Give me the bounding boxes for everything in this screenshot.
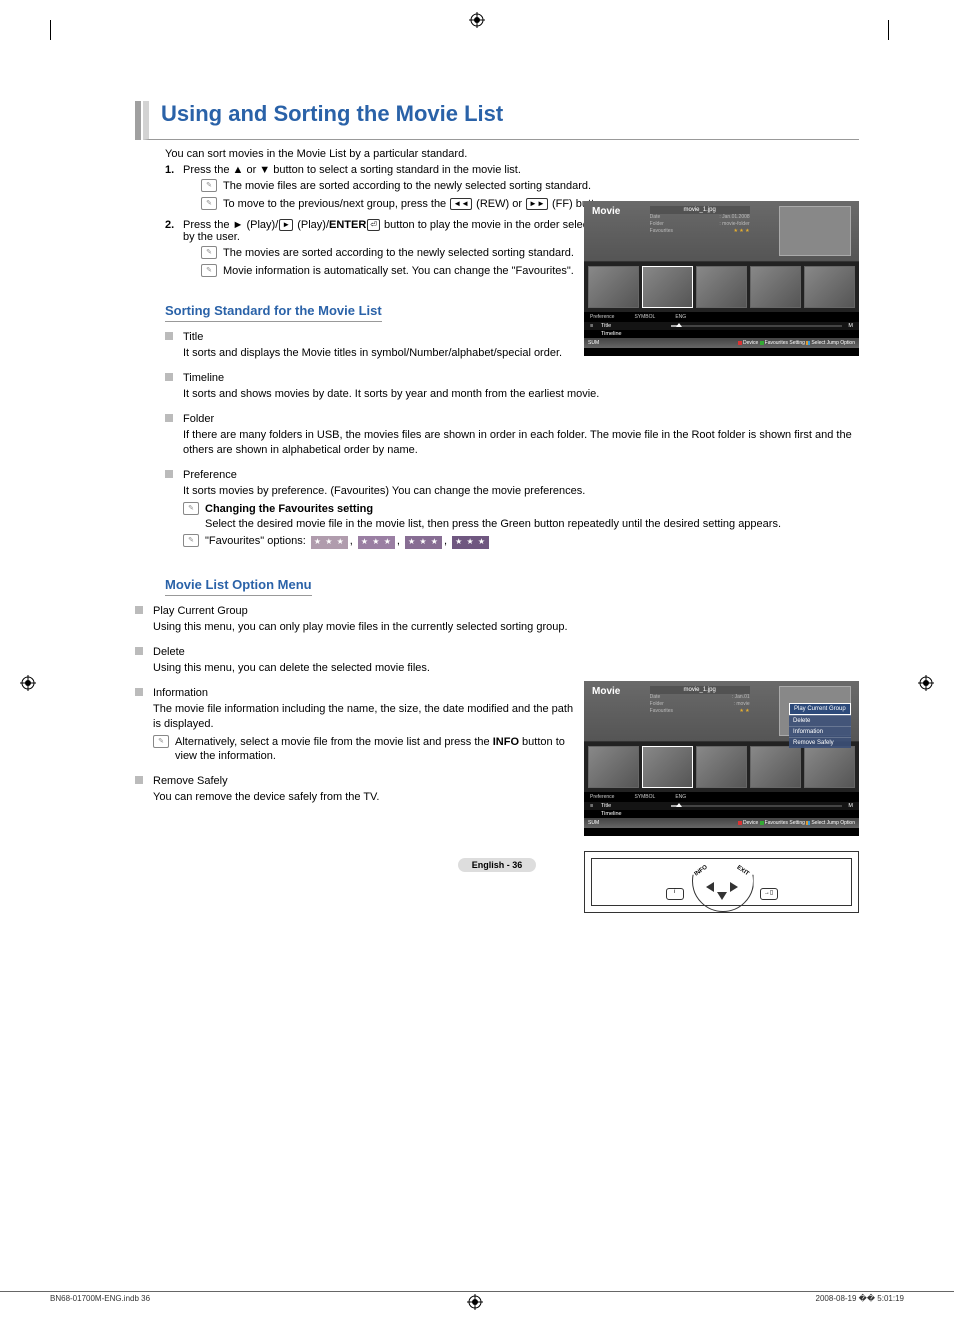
sorting-heading: Sorting Standard for the Movie List: [165, 303, 382, 322]
remote-figure: INFO EXIT i →▯: [584, 851, 859, 913]
registration-mark-bottom: [467, 1294, 483, 1310]
intro-text: You can sort movies in the Movie List by…: [165, 148, 859, 160]
exit-button: →▯: [760, 888, 778, 900]
step-1-text: Press the ▲ or ▼ button to select a sort…: [183, 164, 613, 176]
option-item: Remove SafelyYou can remove the device s…: [135, 774, 580, 805]
ff-icon: ►►: [526, 198, 548, 210]
thumb: [642, 266, 693, 308]
note-icon: ✎: [201, 197, 217, 210]
thumb: [804, 266, 855, 308]
list-icon: ≡: [590, 323, 598, 329]
play-icon: ►: [279, 219, 293, 231]
option-item: DeleteUsing this menu, you can delete th…: [135, 645, 580, 676]
tv-figure-1: Movie movie_1.jpg Date: Jan.01.2008 Fold…: [584, 201, 859, 356]
help-button: i: [666, 888, 684, 900]
preview-thumb: [779, 206, 851, 256]
option-item: InformationThe movie file information in…: [135, 686, 580, 764]
sorting-item: TimelineIt sorts and shows movies by dat…: [165, 371, 859, 402]
thumb: [588, 266, 639, 308]
option-heading: Movie List Option Menu: [165, 577, 312, 596]
crop-marks-top: [0, 0, 954, 40]
page-title: Using and Sorting the Movie List: [161, 101, 859, 127]
note-icon: ✎: [201, 246, 217, 259]
step-2-text: Press the ► (Play)/► (Play)/ENTER⏎ butto…: [183, 219, 613, 243]
note-icon: ✎: [201, 179, 217, 192]
thumb: [750, 266, 801, 308]
enter-icon: ⏎: [367, 219, 380, 231]
sorting-item: PreferenceIt sorts movies by preference.…: [165, 468, 859, 549]
section-title-bar: Using and Sorting the Movie List: [135, 101, 859, 140]
context-menu: Play Current Group Delete Information Re…: [789, 703, 851, 748]
rew-icon: ◄◄: [450, 198, 472, 210]
option-item: Play Current GroupUsing this menu, you c…: [135, 604, 580, 635]
sorting-item: FolderIf there are many folders in USB, …: [165, 412, 859, 458]
print-footer: BN68-01700M-ENG.indb 36 2008-08-19 �� 5:…: [0, 1291, 954, 1320]
registration-mark-top: [469, 12, 485, 28]
note-icon: ✎: [201, 264, 217, 277]
thumb: [696, 266, 747, 308]
tv-figure-2: Movie movie_1.jpg Date: Jan.01 Folder: m…: [584, 681, 859, 836]
